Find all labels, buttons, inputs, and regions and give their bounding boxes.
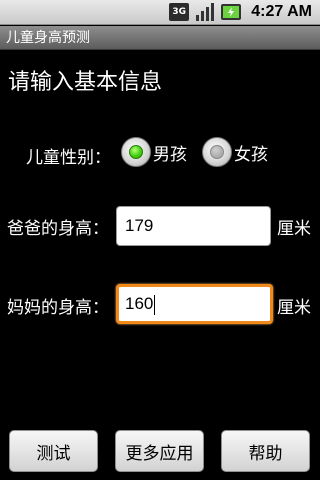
father-height-value: 179 bbox=[125, 216, 154, 235]
radio-girl-label[interactable]: 女孩 bbox=[234, 140, 268, 165]
app-title: 儿童身高预测 bbox=[6, 30, 90, 46]
radio-button-selected[interactable] bbox=[121, 137, 151, 167]
mother-height-unit: 厘米 bbox=[277, 298, 311, 318]
radio-button-unselected[interactable] bbox=[202, 137, 232, 167]
mother-height-value: 160 bbox=[125, 294, 154, 313]
radio-dot-on-icon bbox=[129, 145, 143, 159]
gender-label: 儿童性别： bbox=[26, 148, 111, 168]
radio-girl[interactable]: 女孩 bbox=[202, 137, 268, 167]
mother-height-input[interactable]: 160 bbox=[116, 284, 273, 324]
father-height-label: 爸爸的身高： bbox=[7, 219, 109, 239]
test-button-label: 测试 bbox=[36, 443, 71, 464]
radio-boy-label[interactable]: 男孩 bbox=[153, 140, 187, 165]
father-height-unit: 厘米 bbox=[277, 219, 311, 239]
text-cursor bbox=[154, 294, 156, 315]
mother-height-label: 妈妈的身高： bbox=[7, 298, 109, 318]
help-button[interactable]: 帮助 bbox=[221, 430, 310, 472]
network-type-label: 3G bbox=[172, 6, 187, 17]
radio-dot-off-icon bbox=[210, 145, 224, 159]
test-button[interactable]: 测试 bbox=[9, 430, 98, 472]
help-button-label: 帮助 bbox=[248, 443, 283, 464]
network-3g-icon: 3G bbox=[169, 3, 190, 21]
page-heading: 请输入基本信息 bbox=[8, 70, 163, 95]
status-clock: 4:27 AM bbox=[251, 3, 312, 20]
battery-charging-icon bbox=[221, 3, 243, 21]
app-title-bar: 儿童身高预测 bbox=[0, 26, 320, 50]
status-bar: 3G 4:27 AM bbox=[0, 0, 320, 25]
more-apps-button-label: 更多应用 bbox=[125, 443, 194, 464]
signal-strength-icon bbox=[195, 3, 215, 21]
father-height-input[interactable]: 179 bbox=[116, 206, 271, 246]
more-apps-button[interactable]: 更多应用 bbox=[115, 430, 204, 472]
radio-boy[interactable]: 男孩 bbox=[121, 137, 187, 167]
